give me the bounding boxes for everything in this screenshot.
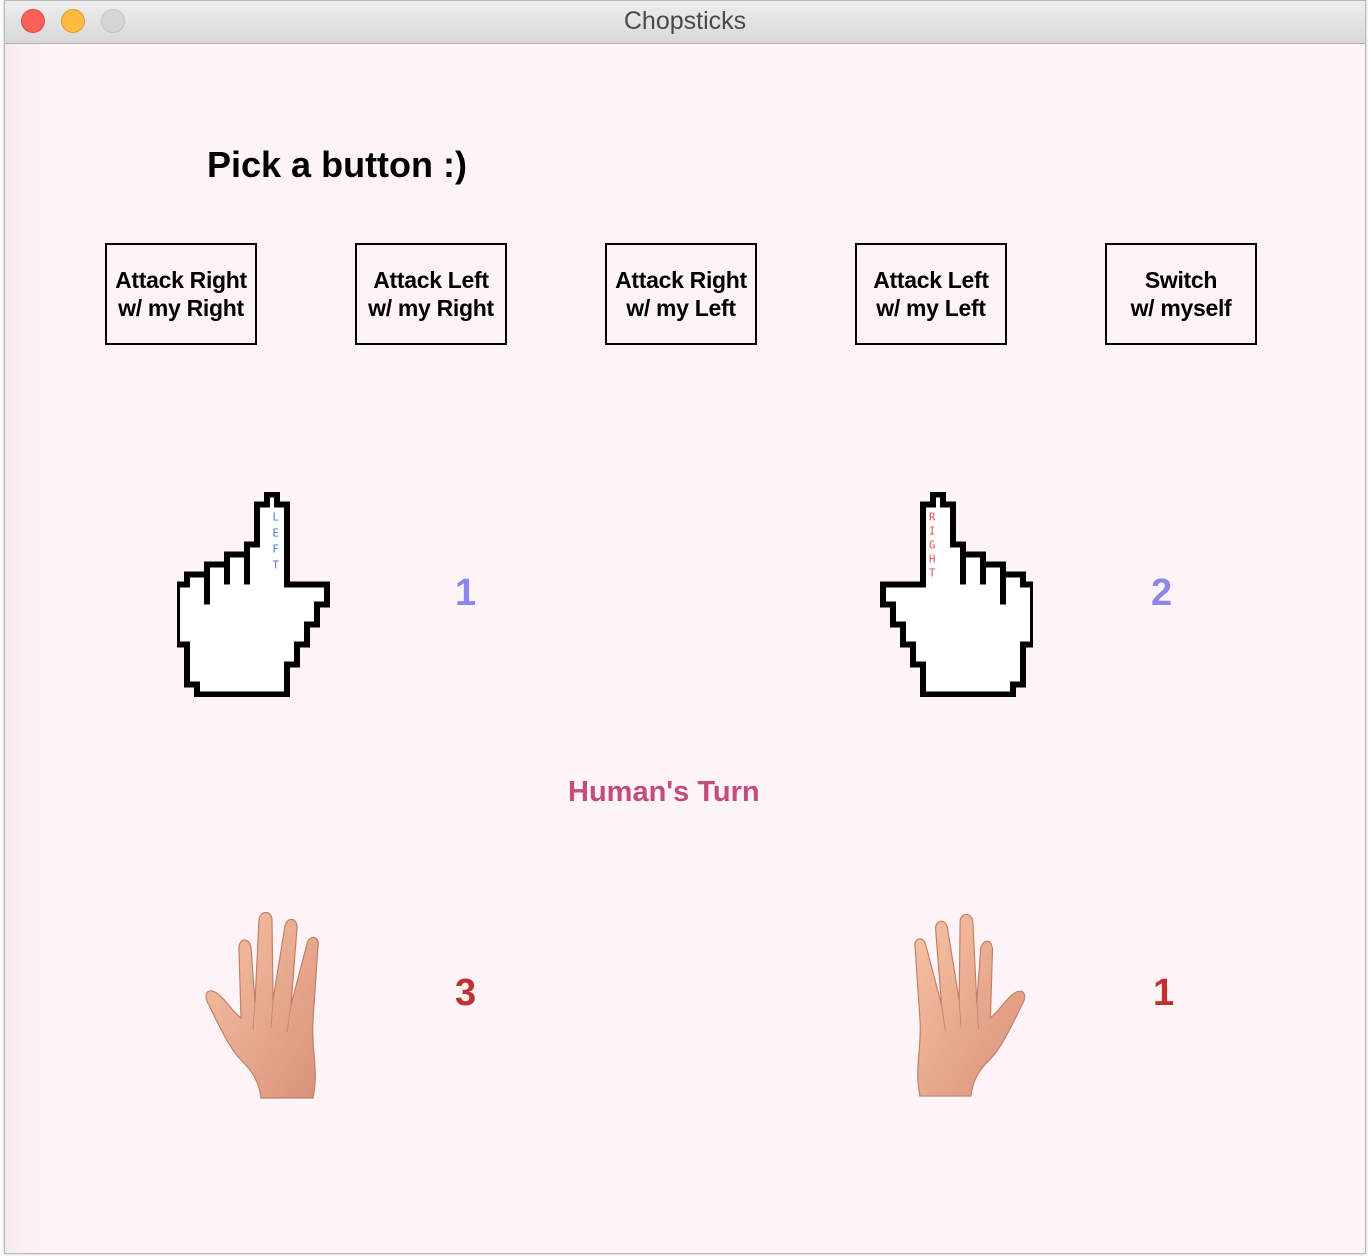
human-left-count: 3: [455, 972, 477, 1014]
finger-letter: E: [273, 528, 279, 540]
human-right-hand-palm-icon: [914, 913, 1026, 1097]
finger-letter: T: [929, 568, 936, 580]
finger-letter: H: [929, 554, 935, 566]
attack-right-with-right-button[interactable]: Attack Right w/ my Right: [105, 243, 257, 345]
finger-letter: F: [273, 544, 279, 556]
turn-indicator: Human's Turn: [568, 776, 760, 808]
button-line-1: Attack Right: [615, 267, 747, 293]
finger-letter: I: [929, 526, 935, 538]
button-line-2: w/ myself: [1130, 295, 1232, 321]
human-right-count: 1: [1153, 972, 1175, 1014]
button-line-1: Switch: [1144, 267, 1218, 293]
attack-right-with-left-button[interactable]: Attack Right w/ my Left: [605, 243, 757, 345]
button-line-2: w/ my Left: [876, 295, 986, 321]
title-bar: Chopsticks: [5, 1, 1365, 44]
button-line-2: w/ my Right: [368, 295, 494, 321]
switch-with-myself-button[interactable]: Switch w/ myself: [1105, 243, 1257, 345]
human-left-hand-palm-icon: [205, 911, 319, 1099]
prompt-text: Pick a button :): [207, 144, 467, 185]
window-title: Chopsticks: [623, 7, 747, 35]
game-board: Pick a button :) Attack Right w/ my Righ…: [5, 44, 1365, 1253]
computer-right-count: 2: [1151, 572, 1173, 614]
button-line-2: w/ my Left: [626, 295, 736, 321]
finger-letter: T: [273, 560, 280, 572]
button-line-1: Attack Left: [373, 267, 489, 293]
finger-letter: L: [273, 512, 279, 524]
finger-letter: R: [929, 512, 936, 524]
computer-left-hand-pointing-icon: L E F T: [177, 492, 330, 697]
computer-left-count: 1: [455, 572, 477, 614]
attack-left-with-left-button[interactable]: Attack Left w/ my Left: [855, 243, 1007, 345]
attack-left-with-right-button[interactable]: Attack Left w/ my Right: [355, 243, 507, 345]
button-line-2: w/ my Right: [118, 295, 244, 321]
button-line-1: Attack Right: [115, 267, 247, 293]
computer-right-hand-pointing-icon: R I G H T: [880, 492, 1033, 697]
finger-letter: G: [929, 540, 935, 552]
game-window: Chopsticks Pick a button :) Attack Right…: [4, 0, 1366, 1254]
button-line-1: Attack Left: [873, 267, 989, 293]
